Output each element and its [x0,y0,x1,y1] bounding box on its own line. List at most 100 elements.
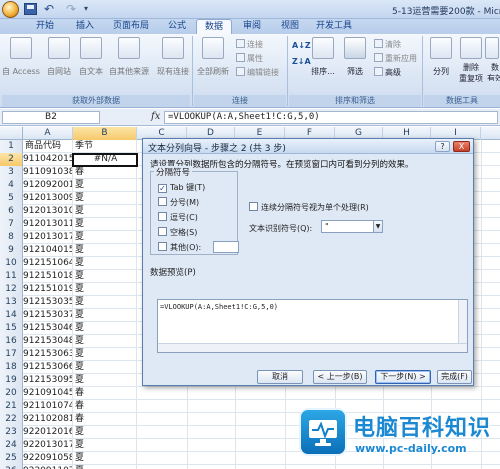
row-header[interactable]: 24 [0,439,23,452]
row-header[interactable]: 12 [0,283,23,296]
tab-developer[interactable]: 开发工具 [310,19,358,34]
cell-product-code[interactable]: 911042015 [23,153,73,166]
cell-season[interactable]: 夏 [73,439,137,452]
row-header[interactable]: 15 [0,322,23,335]
tab-view[interactable]: 视图 [272,19,308,34]
cell-season[interactable]: 夏 [73,283,137,296]
cell-product-code[interactable]: 912013009 [23,192,73,205]
row-header[interactable]: 4 [0,179,23,192]
cell-product-code[interactable]: 912153066 [23,361,73,374]
checkbox-comma[interactable] [158,212,167,221]
back-button[interactable]: < 上一步(B) [313,370,367,384]
row-header[interactable]: 8 [0,231,23,244]
tab-formulas[interactable]: 公式 [158,19,196,34]
office-button-icon[interactable] [2,1,19,18]
remove-duplicates-button[interactable]: 删除 重复项 [456,37,486,83]
row-header[interactable]: 21 [0,400,23,413]
cell-season[interactable]: 夏 [73,257,137,270]
column-header-a[interactable]: A [23,127,73,140]
filter-button[interactable]: 筛选 [340,37,370,81]
tab-insert[interactable]: 插入 [66,19,104,34]
cell-season[interactable]: 季节 [73,140,137,153]
cell-product-code[interactable]: 912013017 [23,231,73,244]
dialog-title-bar[interactable]: 文本分列向导 - 步骤之 2 (共 3 步) ? X [143,139,473,154]
row-header[interactable]: 14 [0,309,23,322]
checkbox-space[interactable] [158,227,167,236]
tab-home[interactable]: 开始 [26,19,64,34]
connections-button[interactable]: 连接 [236,39,263,50]
other-delimiter-option[interactable]: 其他(O): [158,242,201,253]
reapply-button[interactable]: 重新应用 [374,53,417,64]
other-delimiter-input[interactable] [213,241,239,253]
cell-season[interactable]: 夏 [73,296,137,309]
cell-season[interactable]: 夏 [73,348,137,361]
row-header[interactable]: 26 [0,465,23,469]
row-header[interactable]: 16 [0,335,23,348]
row-header[interactable]: 2 [0,153,23,166]
cell-product-code[interactable]: 912151019 [23,283,73,296]
column-header-b[interactable]: B [73,127,137,140]
space-delimiter-option[interactable]: 空格(S) [158,227,197,238]
cell-season[interactable]: 春 [73,166,137,179]
row-header[interactable]: 22 [0,413,23,426]
cell-product-code[interactable]: 922012016 [23,426,73,439]
cell-season[interactable]: 夏 [73,426,137,439]
checkbox-other[interactable] [158,242,167,251]
cell-product-code[interactable]: 922091107 [23,465,73,469]
row-header[interactable]: 11 [0,270,23,283]
fx-icon[interactable]: fx [151,111,160,122]
select-all-button[interactable] [0,127,23,140]
cell-product-code[interactable]: 921102081 [23,413,73,426]
tab-page-layout[interactable]: 页面布局 [106,19,156,34]
cell-season[interactable]: 夏 [73,231,137,244]
customize-qat-icon[interactable]: ▾ [84,3,97,15]
name-box[interactable]: B2 [2,111,100,124]
chevron-down-icon[interactable]: ▼ [373,221,382,232]
cell-season[interactable]: 春 [73,400,137,413]
cell-season[interactable]: 春 [73,413,137,426]
row-header[interactable]: 1 [0,140,23,153]
cell-product-code[interactable]: 912153046 [23,322,73,335]
cell-product-code[interactable]: 912013011 [23,218,73,231]
refresh-all-button[interactable]: 全部刷新 [197,37,229,81]
cell-season[interactable]: 夏 [73,361,137,374]
comma-delimiter-option[interactable]: 逗号(C) [158,212,198,223]
cancel-button[interactable]: 取消 [257,370,303,384]
row-header[interactable]: 9 [0,244,23,257]
cell-product-code[interactable]: 922091058 [23,452,73,465]
advanced-filter-button[interactable]: 高级 [374,67,401,78]
cell-product-code[interactable]: 921101074 [23,400,73,413]
data-validation-button[interactable]: 数 有效 [484,37,500,81]
save-icon[interactable] [24,3,37,15]
selected-cell-b2[interactable] [72,153,138,167]
formula-input[interactable]: =VLOOKUP(A:A,Sheet1!C:G,5,0) [164,111,498,124]
cell-season[interactable]: 夏 [73,335,137,348]
undo-icon[interactable]: ↶ [44,3,57,15]
cell-product-code[interactable]: 912151018 [23,270,73,283]
from-other-sources-button[interactable]: 自其他来源 [109,37,149,81]
cell-product-code[interactable]: 912153035 [23,296,73,309]
row-header[interactable]: 10 [0,257,23,270]
help-button[interactable]: ? [435,141,450,152]
row-header[interactable]: 5 [0,192,23,205]
cell-product-code[interactable]: 912013010 [23,205,73,218]
cell-season[interactable]: 夏 [73,309,137,322]
cell-product-code[interactable]: 922013017 [23,439,73,452]
row-header[interactable]: 6 [0,205,23,218]
tab-data[interactable]: 数据 [196,19,232,34]
row-header[interactable]: 18 [0,361,23,374]
tab-review[interactable]: 审阅 [234,19,270,34]
row-header[interactable]: 13 [0,296,23,309]
row-header[interactable]: 3 [0,166,23,179]
cell-season[interactable]: 夏 [73,179,137,192]
cell-season[interactable]: 夏 [73,218,137,231]
close-button[interactable]: X [453,141,470,152]
row-header[interactable]: 20 [0,387,23,400]
checkbox-semicolon[interactable] [158,197,167,206]
cell-product-code[interactable]: 912092001 [23,179,73,192]
finish-button[interactable]: 完成(F) [437,370,472,384]
row-header[interactable]: 7 [0,218,23,231]
row-header[interactable]: 19 [0,374,23,387]
checkbox-consecutive[interactable] [249,202,258,211]
cell-product-code[interactable]: 911091038 [23,166,73,179]
